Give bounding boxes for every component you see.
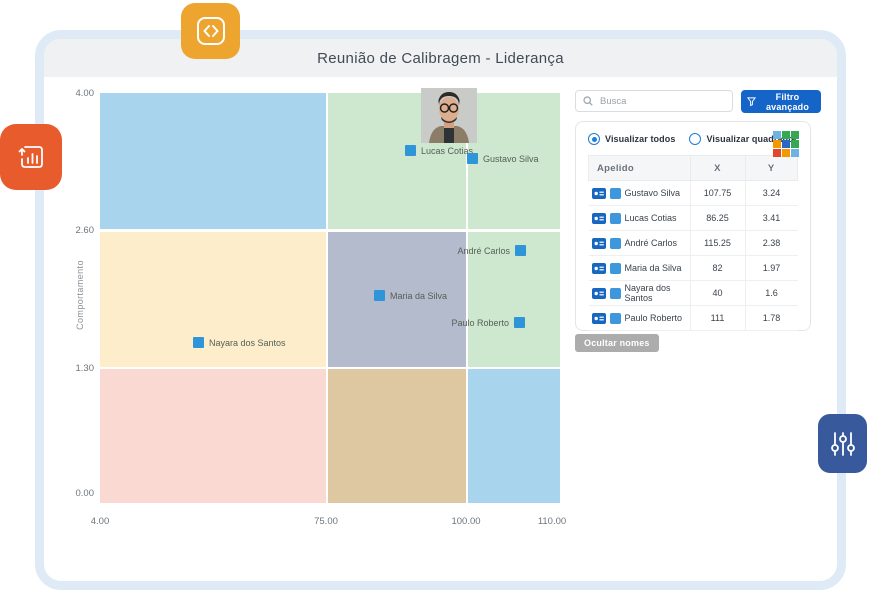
x-value: 111	[690, 306, 745, 331]
x-value: 82	[690, 256, 745, 281]
point-marker[interactable]	[374, 290, 385, 301]
y-value: 1.78	[745, 306, 798, 331]
hide-names-button[interactable]: Ocultar nomes	[575, 334, 659, 352]
id-card-icon	[592, 263, 606, 274]
person-name: Paulo Roberto	[625, 313, 683, 323]
filter-icon	[747, 97, 756, 106]
quadrant-cell	[468, 369, 560, 503]
col-y: Y	[745, 156, 798, 181]
card-header: Reunião de Calibragem - Liderança	[44, 39, 837, 77]
code-brackets-icon	[196, 16, 226, 46]
point-label: Gustavo Silva	[483, 154, 539, 164]
quadrant-color-icon	[610, 313, 621, 324]
quadrant-color-icon	[610, 238, 621, 249]
point-label: Nayara dos Santos	[209, 338, 286, 348]
y-tick: 0.00	[60, 488, 94, 499]
calibration-meeting-screen: Reunião de Calibragem - Liderança Compor…	[0, 0, 874, 520]
chart-point[interactable]: Nayara dos Santos	[193, 337, 286, 348]
chart-point[interactable]: Lucas Cotias	[405, 145, 473, 156]
table-row[interactable]: Lucas Cotias 86.25 3.41	[589, 206, 798, 231]
x-value: 115.25	[690, 231, 745, 256]
search-icon	[583, 96, 593, 106]
id-card-icon	[592, 238, 606, 249]
table-row[interactable]: Paulo Roberto 111 1.78	[589, 306, 798, 331]
page-title: Reunião de Calibragem - Liderança	[317, 50, 564, 67]
quadrant-grid-icon[interactable]	[773, 131, 799, 157]
point-label: Maria da Silva	[390, 291, 447, 301]
point-label: Paulo Roberto	[451, 318, 509, 328]
id-card-icon	[592, 288, 606, 299]
person-name: Gustavo Silva	[625, 188, 681, 198]
chart-upload-fab-button[interactable]	[0, 124, 62, 190]
y-tick: 1.30	[60, 363, 94, 374]
avatar-photo	[421, 88, 477, 143]
chart-point[interactable]: Maria da Silva	[374, 290, 447, 301]
id-card-icon	[592, 313, 606, 324]
chart-point[interactable]: André Carlos	[457, 245, 526, 256]
y-axis-label: Comportamento	[75, 235, 85, 355]
quadrant-cell	[328, 369, 466, 503]
x-value: 40	[690, 281, 745, 306]
table-header-row: Apelido X Y	[589, 156, 798, 181]
table-row[interactable]: Gustavo Silva 107.75 3.24	[589, 181, 798, 206]
table-row[interactable]: Nayara dos Santos 40 1.6	[589, 281, 798, 306]
id-card-icon	[592, 188, 606, 199]
x-tick: 4.00	[91, 516, 110, 527]
point-marker[interactable]	[405, 145, 416, 156]
person-name: André Carlos	[625, 238, 678, 248]
people-panel: Visualizar todos Visualizar quadrante Ap…	[575, 121, 811, 331]
y-value: 3.41	[745, 206, 798, 231]
quadrant-cell	[100, 93, 326, 229]
table-row[interactable]: André Carlos 115.25 2.38	[589, 231, 798, 256]
quadrant-color-icon	[610, 188, 621, 199]
search-box[interactable]	[575, 90, 733, 112]
point-marker[interactable]	[467, 153, 478, 164]
y-tick: 4.00	[60, 88, 94, 99]
chart-point[interactable]: Paulo Roberto	[451, 317, 525, 328]
x-tick: 110.00	[538, 516, 566, 527]
radio-selected-icon[interactable]	[588, 133, 600, 145]
point-marker[interactable]	[515, 245, 526, 256]
point-marker[interactable]	[193, 337, 204, 348]
person-name: Maria da Silva	[625, 263, 682, 273]
search-input[interactable]	[598, 95, 725, 108]
sliders-fab-button[interactable]	[818, 414, 867, 473]
id-card-icon	[592, 213, 606, 224]
y-value: 1.6	[745, 281, 798, 306]
x-tick: 75.00	[314, 516, 338, 527]
y-value: 1.97	[745, 256, 798, 281]
chart-point[interactable]: Gustavo Silva	[467, 153, 539, 164]
y-tick: 2.60	[60, 225, 94, 236]
bar-chart-upload-icon	[15, 141, 47, 173]
code-fab-button[interactable]	[181, 3, 240, 59]
x-tick: 100.00	[451, 516, 480, 527]
y-value: 3.24	[745, 181, 798, 206]
sliders-icon	[829, 428, 857, 460]
point-label: Lucas Cotias	[421, 146, 473, 156]
x-value: 86.25	[690, 206, 745, 231]
point-marker[interactable]	[514, 317, 525, 328]
col-apelido: Apelido	[589, 156, 691, 181]
quadrant-color-icon	[610, 213, 621, 224]
person-name: Nayara dos Santos	[625, 283, 689, 303]
radio-visualizar-todos[interactable]: Visualizar todos	[588, 133, 675, 145]
advanced-filter-button[interactable]: Filtro avançado	[741, 90, 821, 113]
person-name: Lucas Cotias	[625, 213, 677, 223]
radio-unselected-icon[interactable]	[689, 133, 701, 145]
people-table: Apelido X Y Gustavo Silva 107.75 3.24 Lu…	[588, 155, 798, 331]
col-x: X	[690, 156, 745, 181]
quadrant-color-icon	[610, 288, 621, 299]
point-label: André Carlos	[457, 246, 510, 256]
table-row[interactable]: Maria da Silva 82 1.97	[589, 256, 798, 281]
quadrant-cell	[100, 369, 326, 503]
y-value: 2.38	[745, 231, 798, 256]
x-value: 107.75	[690, 181, 745, 206]
view-options: Visualizar todos Visualizar quadrante	[588, 133, 798, 145]
quadrant-color-icon	[610, 263, 621, 274]
